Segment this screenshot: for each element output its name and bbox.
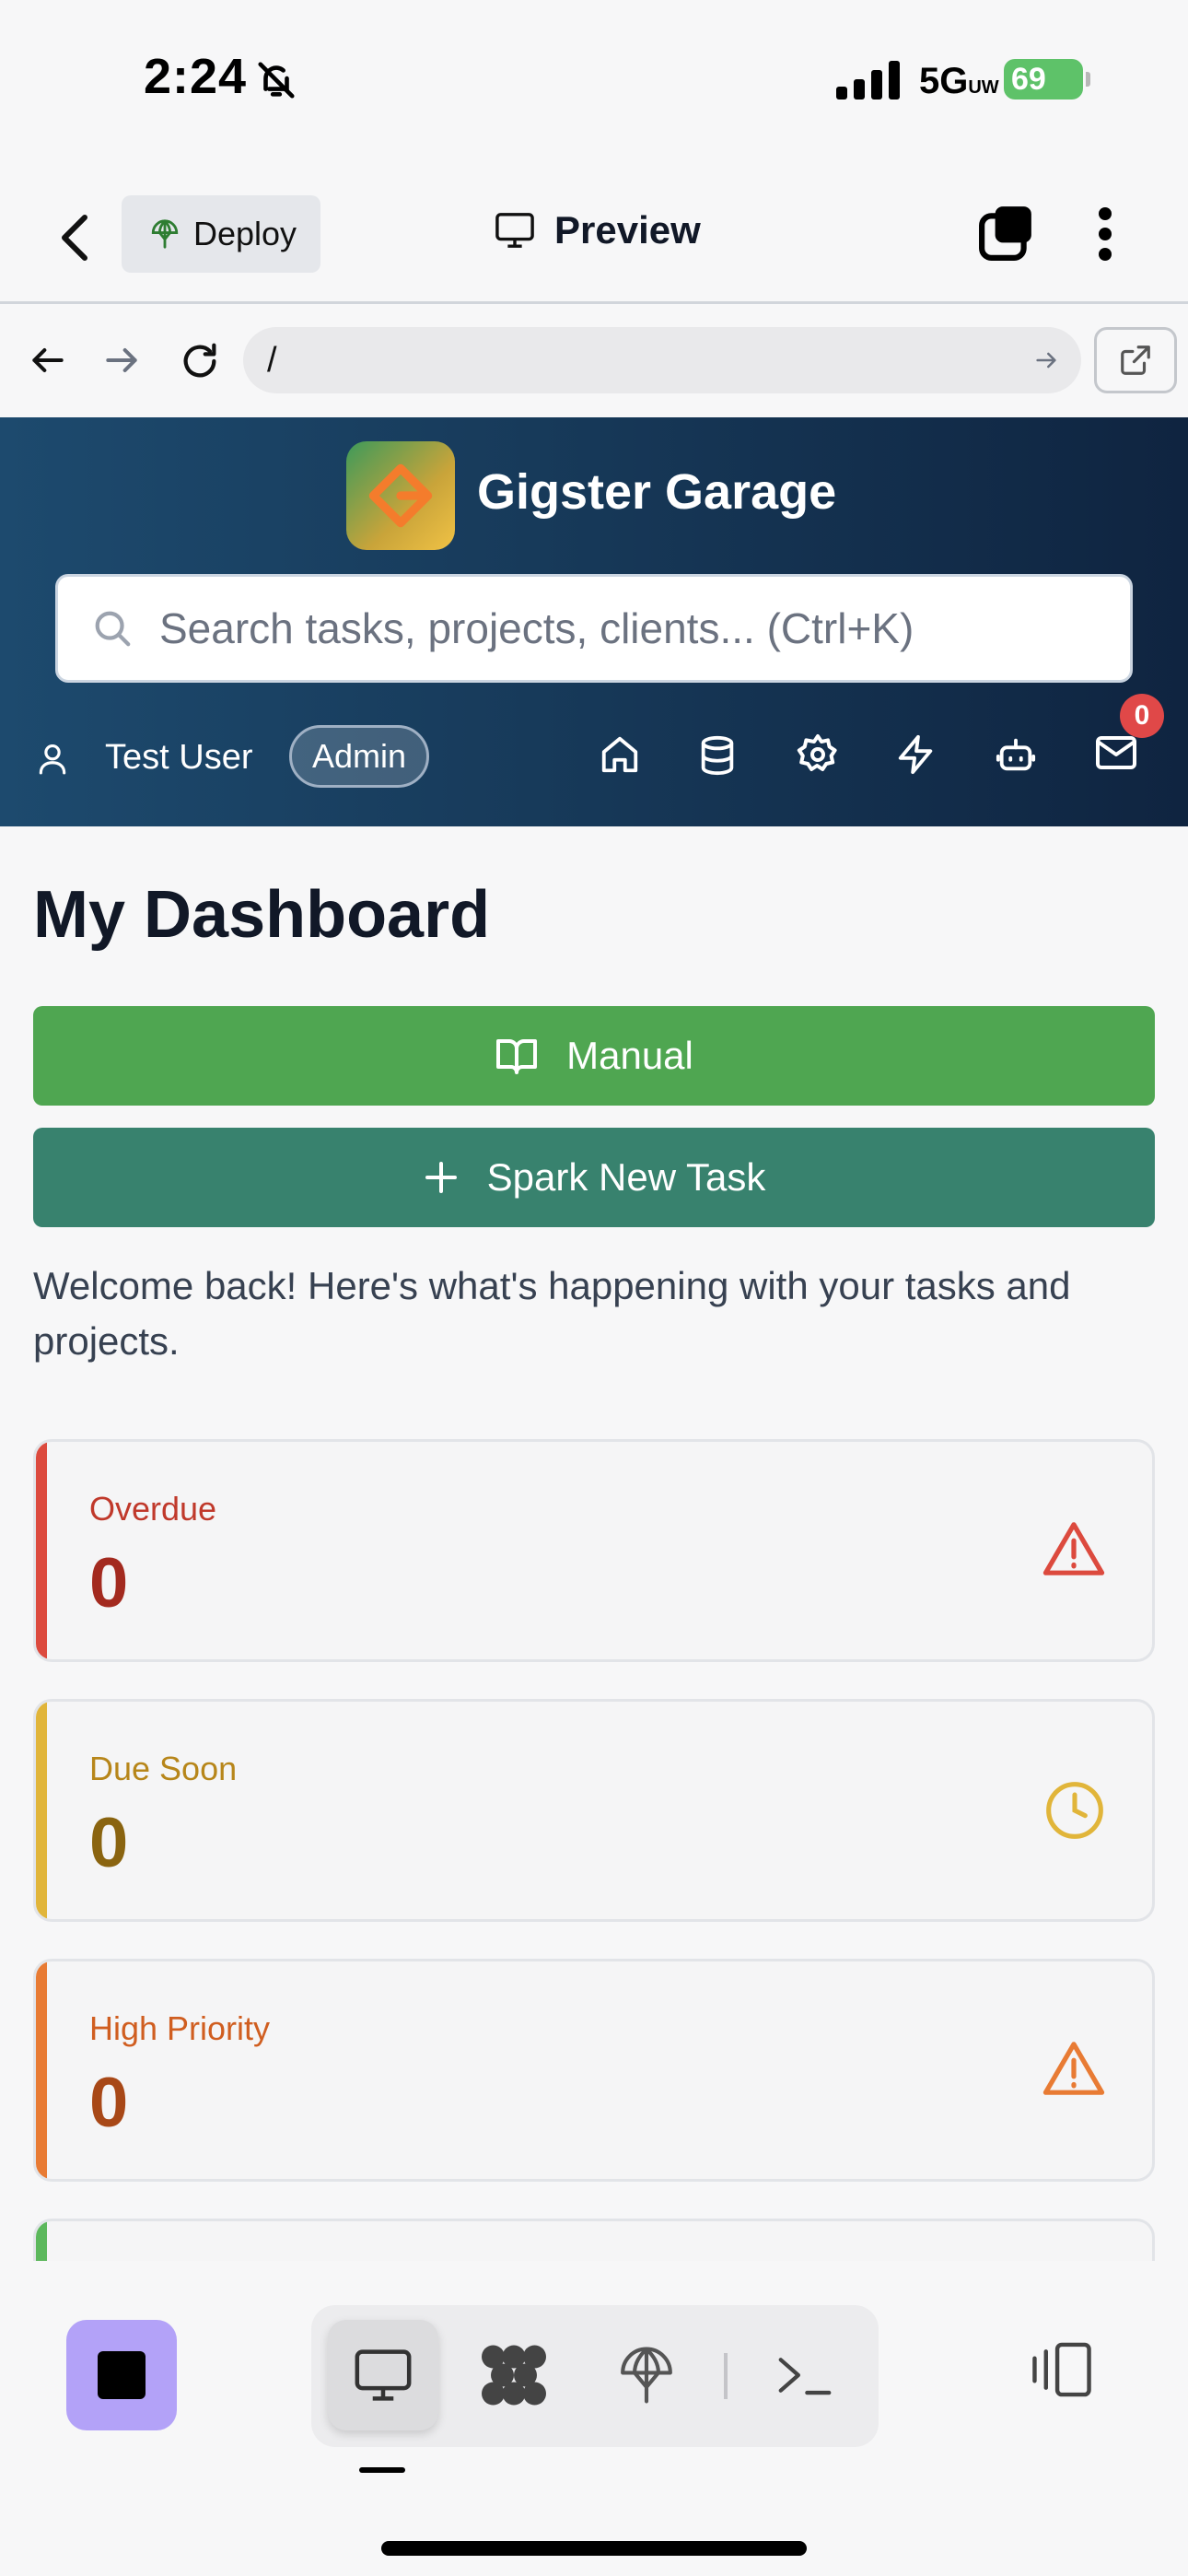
card-label: High Priority: [89, 2009, 271, 2047]
book-icon: [495, 1036, 539, 1076]
network-label: 5GUW: [919, 61, 999, 101]
url-text: /: [267, 340, 277, 380]
card-accent: [36, 1702, 47, 1919]
open-external-button[interactable]: [1094, 327, 1177, 393]
deploy-button[interactable]: Deploy: [122, 195, 320, 273]
app-header: Gigster Garage Search tasks, projects, c…: [0, 417, 1188, 826]
clock-icon: [1043, 1779, 1106, 1842]
search-placeholder: Search tasks, projects, clients... (Ctrl…: [159, 604, 914, 652]
brand-name: Gigster Garage: [477, 464, 837, 520]
stop-icon: [98, 2351, 146, 2399]
monitor-icon: [494, 211, 536, 250]
deploy-icon: [149, 217, 181, 251]
status-bar: 2:24 5GUW 69: [0, 0, 1188, 166]
card-value: 0: [89, 1804, 129, 1882]
manual-button[interactable]: Manual: [33, 1006, 1155, 1106]
search-icon: [91, 607, 134, 650]
high-priority-card[interactable]: High Priority 0: [33, 1959, 1155, 2182]
device-preview-icon[interactable]: [1028, 2340, 1096, 2399]
card-accent: [36, 1442, 47, 1659]
app-bar: Deploy Preview: [0, 175, 1188, 304]
home-icon[interactable]: [599, 732, 641, 777]
lightning-icon[interactable]: [895, 732, 938, 777]
forward-arrow-icon[interactable]: [101, 340, 142, 381]
silent-bell-icon: [254, 59, 298, 101]
go-arrow-icon[interactable]: [1033, 347, 1059, 373]
database-icon[interactable]: [696, 732, 739, 779]
card-accent: [36, 1961, 47, 2179]
search-input[interactable]: Search tasks, projects, clients... (Ctrl…: [55, 574, 1133, 683]
card-label: Due Soon: [89, 1750, 238, 1787]
divider: [724, 2353, 728, 2399]
card-value: 0: [89, 1544, 129, 1622]
back-arrow-icon[interactable]: [28, 340, 68, 381]
external-link-icon: [1118, 343, 1153, 378]
active-tab-indicator: [359, 2467, 405, 2473]
bot-icon[interactable]: [995, 732, 1037, 777]
notification-badge: 0: [1120, 694, 1164, 738]
monitor-icon: [352, 2347, 414, 2404]
spark-label: Spark New Task: [486, 1155, 766, 1199]
user-icon: [35, 740, 70, 777]
preview-tab[interactable]: [328, 2320, 438, 2430]
user-name: Test User: [105, 738, 253, 777]
gigster-logo: [346, 441, 455, 550]
page-title: My Dashboard: [33, 878, 491, 952]
workspace-tab[interactable]: [459, 2320, 569, 2430]
workspace-icon: [479, 2343, 549, 2407]
alert-triangle-icon: [1042, 2039, 1106, 2098]
deploy-icon: [618, 2344, 675, 2406]
bottom-toolbar: [0, 2261, 1188, 2576]
deploy-label: Deploy: [193, 215, 297, 252]
battery-level: 69: [1011, 61, 1046, 97]
clock: 2:24: [144, 49, 248, 104]
role-badge: Admin: [289, 725, 429, 788]
due-soon-card[interactable]: Due Soon 0: [33, 1699, 1155, 1922]
shell-icon: [776, 2352, 833, 2398]
alert-triangle-icon: [1042, 1519, 1106, 1578]
more-vertical-icon[interactable]: [1096, 206, 1114, 262]
welcome-text: Welcome back! Here's what's happening wi…: [33, 1264, 1071, 1363]
shell-tab[interactable]: [750, 2320, 860, 2430]
manual-label: Manual: [566, 1034, 693, 1077]
preview-title: Preview: [494, 208, 701, 252]
spark-new-task-button[interactable]: Spark New Task: [33, 1128, 1155, 1227]
url-input[interactable]: /: [243, 327, 1081, 393]
user-row: Test User Admin 0: [0, 694, 1188, 795]
deploy-tab[interactable]: [591, 2320, 702, 2430]
reload-icon[interactable]: [179, 340, 221, 382]
card-value: 0: [89, 2064, 129, 2142]
url-bar: /: [0, 307, 1188, 417]
back-chevron-icon[interactable]: [55, 212, 96, 263]
card-label: Overdue: [89, 1490, 217, 1528]
signal-icon: [836, 61, 900, 100]
plus-icon: [423, 1159, 460, 1196]
settings-icon[interactable]: [796, 732, 840, 777]
mail-icon[interactable]: [1094, 732, 1138, 773]
tabs-icon[interactable]: [978, 205, 1035, 262]
battery-icon: 69: [1004, 59, 1090, 100]
stop-button[interactable]: [66, 2320, 177, 2430]
home-indicator: [381, 2541, 807, 2556]
overdue-card[interactable]: Overdue 0: [33, 1439, 1155, 1662]
view-switcher: [311, 2305, 879, 2447]
